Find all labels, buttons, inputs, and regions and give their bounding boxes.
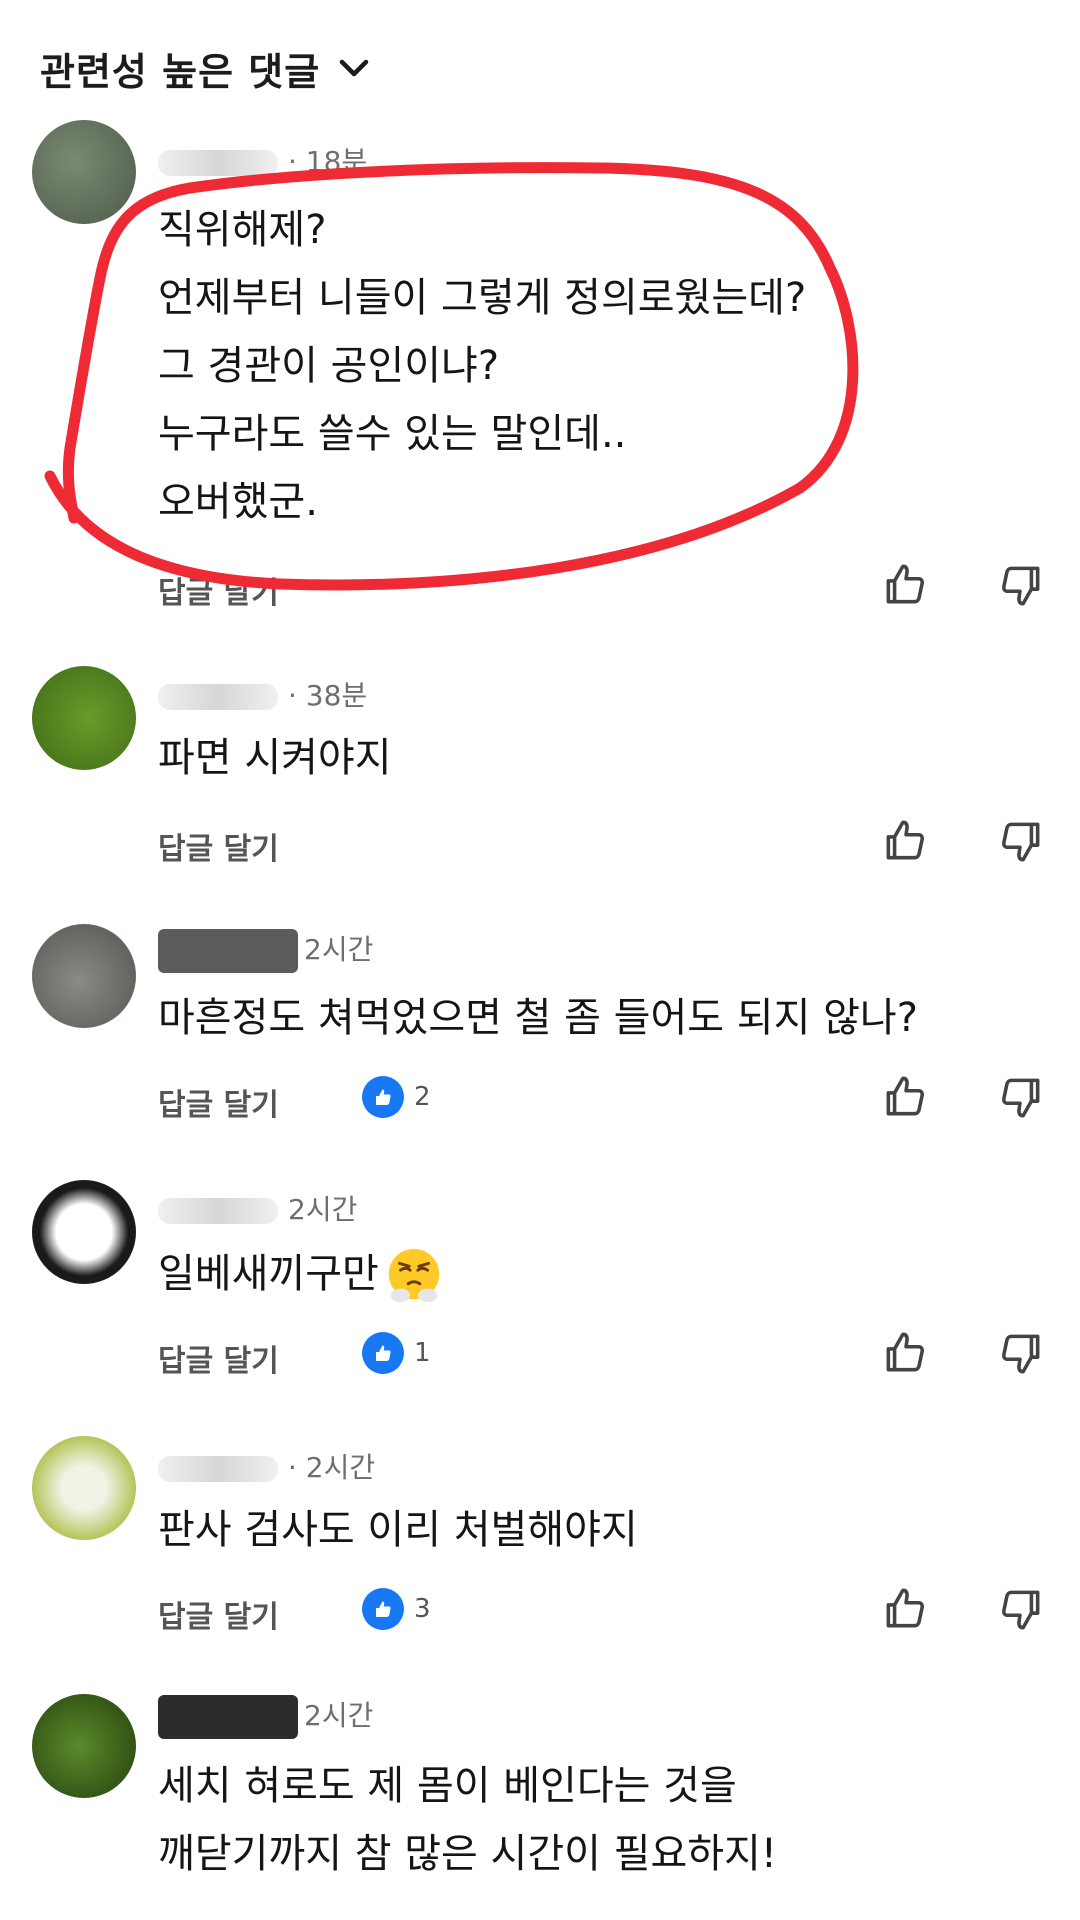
author-name-redacted[interactable] [158,150,278,176]
comment-text: 일베새끼구만 [158,1240,445,1308]
comments-sort-header[interactable]: 관련성 높은 댓글 [40,38,372,98]
reply-button[interactable]: 답글 달기 [158,1592,279,1636]
like-count-value: 3 [414,1594,431,1624]
comment-text: 판사 검사도 이리 처벌해야지 [158,1496,638,1564]
thumbs-up-icon[interactable] [880,1584,930,1634]
thumbs-down-icon[interactable] [996,1584,1046,1634]
comment-line: 세치 혀로도 제 몸이 베인다는 것을 [158,1763,737,1809]
comment-meta: 2시간 [158,1694,373,1739]
like-badge-icon [362,1588,404,1630]
chevron-down-icon[interactable] [336,50,372,86]
comment-line: 일베새끼구만 [158,1240,445,1308]
comment-text: 파면 시켜야지 [158,724,392,792]
comment-meta: 2시간 [158,1188,357,1228]
comment-meta: 2시간 [158,928,373,973]
comment-text: 직위해제? 언제부터 니들이 그렇게 정의로웠는데? 그 경관이 공인이냐? 누… [158,196,806,536]
comment-line: 마흔정도 쳐먹었으면 철 좀 들어도 되지 않나? [158,995,918,1041]
thumbs-up-icon[interactable] [880,1072,930,1122]
avatar[interactable] [32,666,136,770]
reply-button[interactable]: 답글 달기 [158,824,279,868]
comment-line: 파면 시켜야지 [158,735,392,781]
comment-meta: · 18분 [158,140,367,180]
author-name-redacted[interactable] [158,1198,278,1224]
thumbs-down-icon[interactable] [996,1328,1046,1378]
comment-time: 2시간 [304,1699,374,1732]
avatar[interactable] [32,1180,136,1284]
like-count[interactable]: 2 [362,1076,431,1118]
like-count-value: 2 [414,1082,431,1112]
reply-button[interactable]: 답글 달기 [158,568,279,612]
author-name-redacted[interactable] [158,1695,298,1739]
comment-time: 2시간 [304,933,374,966]
comment-line: 언제부터 니들이 그렇게 정의로웠는데? [158,275,807,321]
comment-time: 2시간 [288,1193,358,1226]
like-badge-icon [362,1332,404,1374]
comment-line: 오버했군. [158,479,318,525]
like-count[interactable]: 3 [362,1588,431,1630]
like-count[interactable]: 1 [362,1332,431,1374]
comment-time: · 18분 [288,145,368,178]
thumbs-up-icon[interactable] [880,1328,930,1378]
comment-text: 마흔정도 쳐먹었으면 철 좀 들어도 되지 않나? [158,984,918,1052]
comment-text: 세치 혀로도 제 몸이 베인다는 것을 깨닫기까지 참 많은 시간이 필요하지! [158,1752,777,1888]
like-count-value: 1 [414,1338,431,1368]
author-name-redacted[interactable] [158,929,298,973]
like-badge-icon [362,1076,404,1118]
comment-time: · 2시간 [288,1451,376,1484]
thumbs-up-icon[interactable] [880,560,930,610]
comment-meta: · 38분 [158,674,367,714]
comment-line: 판사 검사도 이리 처벌해야지 [158,1507,638,1553]
comment-time: · 38분 [288,679,368,712]
avatar[interactable] [32,924,136,1028]
comment-line: 그 경관이 공인이냐? [158,343,500,389]
thumbs-down-icon[interactable] [996,560,1046,610]
comment-meta: · 2시간 [158,1446,375,1486]
reply-button[interactable]: 답글 달기 [158,1336,279,1380]
steam-from-nose-emoji-icon [388,1248,439,1303]
reply-button[interactable]: 답글 달기 [158,1080,279,1124]
comment-line: 누구라도 쓸수 있는 말인데.. [158,411,627,457]
avatar[interactable] [32,1436,136,1540]
thumbs-up-icon[interactable] [880,816,930,866]
avatar[interactable] [32,120,136,224]
thumbs-down-icon[interactable] [996,1072,1046,1122]
author-name-redacted[interactable] [158,684,278,710]
comment-line-text: 일베새끼구만 [158,1251,379,1297]
avatar[interactable] [32,1694,136,1798]
author-name-redacted[interactable] [158,1456,278,1482]
sort-label[interactable]: 관련성 높은 댓글 [40,41,320,96]
comment-line: 깨닫기까지 참 많은 시간이 필요하지! [158,1831,777,1877]
comment-line: 직위해제? [158,207,327,253]
thumbs-down-icon[interactable] [996,816,1046,866]
